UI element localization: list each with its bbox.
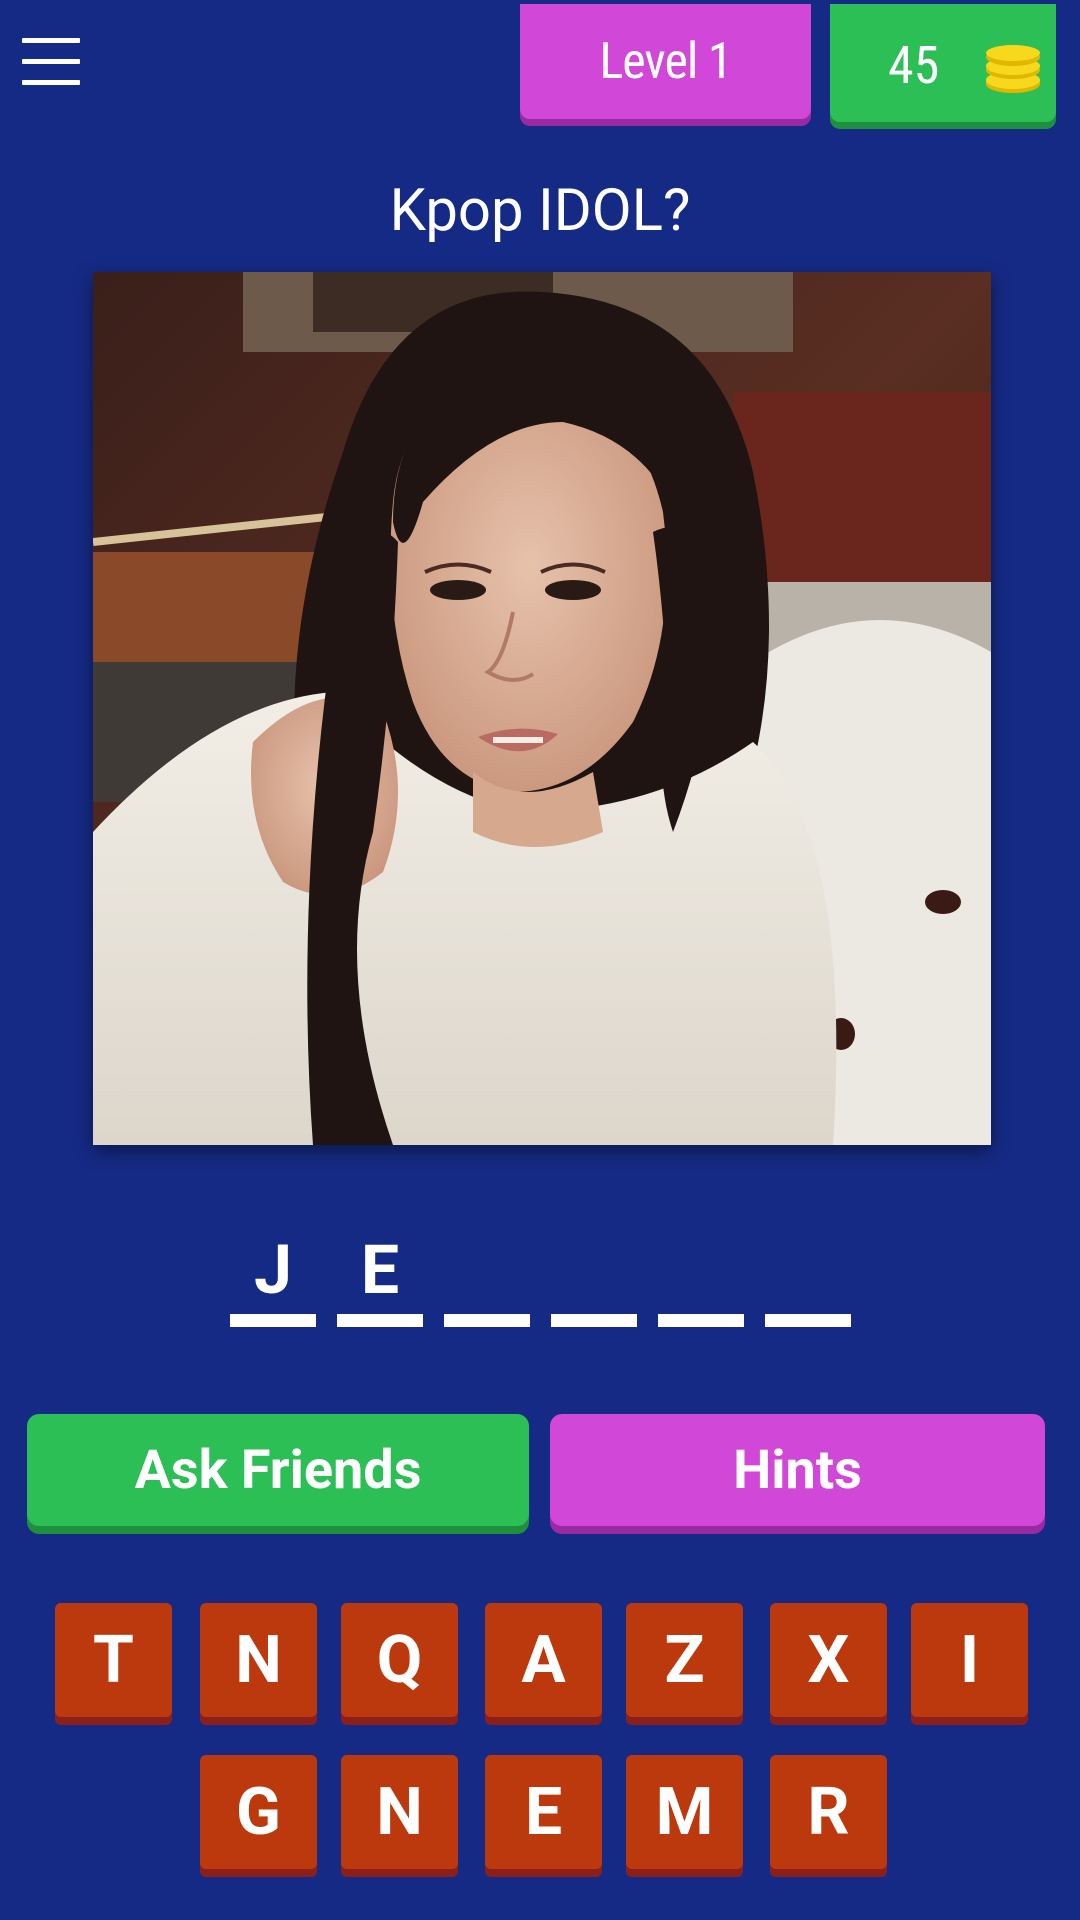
menu-bar: [22, 80, 80, 85]
answer-slot-underline: [230, 1314, 316, 1327]
letter-key[interactable]: G: [200, 1755, 317, 1869]
quiz-photo: [93, 272, 991, 1145]
answer-slot[interactable]: [444, 1230, 530, 1327]
menu-bar: [22, 59, 80, 64]
answer-slot[interactable]: [765, 1230, 851, 1327]
level-label: Level 1: [599, 32, 732, 91]
answer-slot-underline: [444, 1314, 530, 1327]
letter-key[interactable]: I: [911, 1603, 1028, 1717]
letter-key[interactable]: M: [626, 1755, 743, 1869]
answer-slot[interactable]: [658, 1230, 744, 1327]
level-indicator: Level 1: [520, 4, 811, 119]
letter-key[interactable]: Q: [341, 1603, 458, 1717]
letter-key[interactable]: T: [55, 1603, 172, 1717]
answer-slot-letter: E: [360, 1230, 400, 1310]
answer-slot-underline: [765, 1314, 851, 1327]
hints-button[interactable]: Hints: [550, 1414, 1045, 1526]
answer-slot[interactable]: [551, 1230, 637, 1327]
menu-bar: [22, 38, 80, 43]
letter-key[interactable]: N: [200, 1603, 317, 1717]
letter-key[interactable]: R: [770, 1755, 887, 1869]
game-screen: Level 1 45 Kpop IDOL? J E Ask Friends Hi…: [0, 0, 1080, 1920]
letter-key[interactable]: E: [485, 1755, 602, 1869]
answer-slot-underline: [658, 1314, 744, 1327]
letter-key[interactable]: A: [485, 1603, 602, 1717]
coins-value: 45: [888, 35, 940, 96]
coin-stack-icon: [986, 45, 1040, 93]
coins-counter[interactable]: 45: [830, 4, 1056, 122]
question-text: Kpop IDOL?: [389, 177, 691, 245]
letter-key[interactable]: N: [341, 1755, 458, 1869]
answer-slot-underline: [551, 1314, 637, 1327]
answer-slot-underline: [337, 1314, 423, 1327]
answer-slot[interactable]: J: [230, 1230, 316, 1327]
answer-slot[interactable]: E: [337, 1230, 423, 1327]
ask-friends-button[interactable]: Ask Friends: [27, 1414, 529, 1526]
portrait-image: [93, 272, 991, 1145]
letter-key[interactable]: Z: [626, 1603, 743, 1717]
answer-slot-letter: J: [254, 1230, 292, 1310]
hamburger-menu-icon[interactable]: [20, 36, 82, 88]
letter-key[interactable]: X: [770, 1603, 887, 1717]
